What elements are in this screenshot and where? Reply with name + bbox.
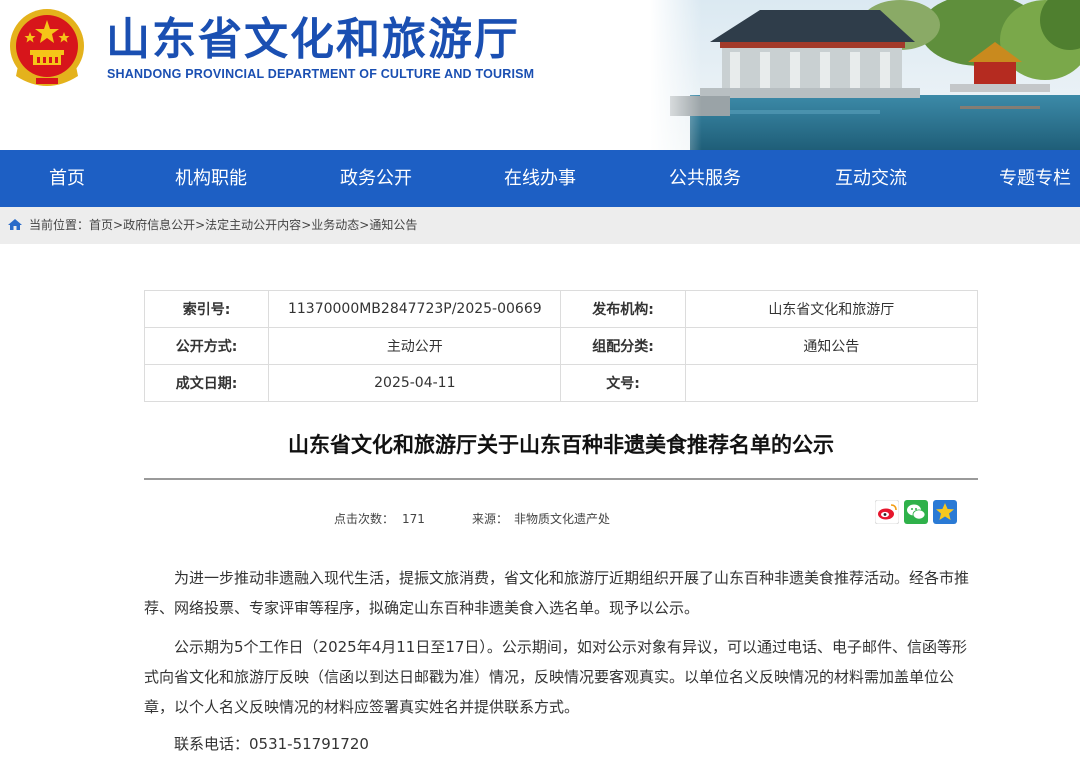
article-title: 山东省文化和旅游厅关于山东百种非遗美食推荐名单的公示 [288, 433, 834, 457]
breadcrumb-item-legal-content[interactable]: 法定主动公开内容 [205, 218, 301, 232]
site-title[interactable]: 山东省文化和旅游厅 [106, 14, 520, 66]
meta-row: 索引号: 11370000MB2847723P/2025-00669 发布机构:… [143, 290, 979, 328]
title-divider [144, 478, 978, 480]
nav-functions[interactable]: 机构职能 [175, 150, 247, 207]
source-info: 来源： 非物质文化遗产处 [472, 510, 610, 528]
docno-label: 文号: [560, 364, 686, 402]
breadcrumb-item-notices[interactable]: 通知公告 [369, 218, 417, 232]
wechat-icon[interactable] [904, 500, 928, 524]
source-label: 来源： [472, 512, 509, 526]
site-subtitle: SHANDONG PROVINCIAL DEPARTMENT OF CULTUR… [107, 67, 535, 81]
publisher-label: 发布机构: [560, 290, 686, 328]
hits-info: 点击次数： 171 [334, 510, 425, 528]
breadcrumb-trail: 当前位置：首页>政府信息公开>法定主动公开内容>业务动态>通知公告 [29, 207, 417, 244]
national-emblem-icon[interactable] [8, 6, 86, 90]
weibo-icon[interactable] [875, 500, 899, 524]
meta-row: 公开方式: 主动公开 组配分类: 通知公告 [143, 327, 979, 365]
category-value: 通知公告 [684, 327, 979, 365]
nav-public-services[interactable]: 公共服务 [669, 150, 741, 207]
nav-home[interactable]: 首页 [49, 150, 85, 207]
article-contact-phone: 联系电话：0531-51791720 [174, 735, 369, 753]
nav-special-topics[interactable]: 专题专栏 [999, 150, 1071, 207]
breadcrumb-prefix: 当前位置： [29, 218, 90, 232]
document-meta-table: 索引号: 11370000MB2847723P/2025-00669 发布机构:… [143, 290, 979, 402]
meta-row: 成文日期: 2025-04-11 文号: [143, 364, 979, 402]
breadcrumb-separator: > [359, 218, 370, 232]
breadcrumb: 当前位置：首页>政府信息公开>法定主动公开内容>业务动态>通知公告 [0, 207, 1080, 244]
banner-landscape-image [650, 0, 1080, 150]
article-paragraph-2: 公示期为5个工作日（2025年4月11日至17日）。公示期间，如对公示对象有异议… [144, 638, 967, 716]
nav-interaction[interactable]: 互动交流 [835, 150, 907, 207]
hits-count: 171 [402, 512, 425, 526]
category-label: 组配分类: [560, 327, 686, 365]
nav-gov-affairs[interactable]: 政务公开 [340, 150, 412, 207]
site-header: 山东省文化和旅游厅 SHANDONG PROVINCIAL DEPARTMENT… [0, 0, 1080, 150]
main-nav: 首页 机构职能 政务公开 在线办事 公共服务 互动交流 专题专栏 [0, 150, 1080, 207]
hits-label: 点击次数： [334, 512, 395, 526]
source-value: 非物质文化遗产处 [514, 512, 611, 526]
home-icon [8, 219, 22, 230]
mode-label: 公开方式: [143, 327, 270, 365]
breadcrumb-separator: > [301, 218, 312, 232]
index-label: 索引号: [143, 290, 270, 328]
nav-online-services[interactable]: 在线办事 [504, 150, 576, 207]
breadcrumb-separator: > [195, 218, 206, 232]
breadcrumb-item-home[interactable]: 首页 [89, 218, 113, 232]
index-value: 11370000MB2847723P/2025-00669 [268, 290, 562, 328]
article-paragraph-1: 为进一步推动非遗融入现代生活，提振文旅消费，省文化和旅游厅近期组织开展了山东百种… [144, 569, 970, 617]
breadcrumb-item-gov-info[interactable]: 政府信息公开 [123, 218, 195, 232]
date-label: 成文日期: [143, 364, 270, 402]
breadcrumb-separator: > [113, 218, 124, 232]
docno-value [684, 364, 979, 402]
favorite-star-icon[interactable] [933, 500, 957, 524]
date-value: 2025-04-11 [268, 364, 562, 402]
publisher-value: 山东省文化和旅游厅 [684, 290, 979, 328]
mode-value: 主动公开 [268, 327, 562, 365]
breadcrumb-item-business-news[interactable]: 业务动态 [311, 218, 359, 232]
